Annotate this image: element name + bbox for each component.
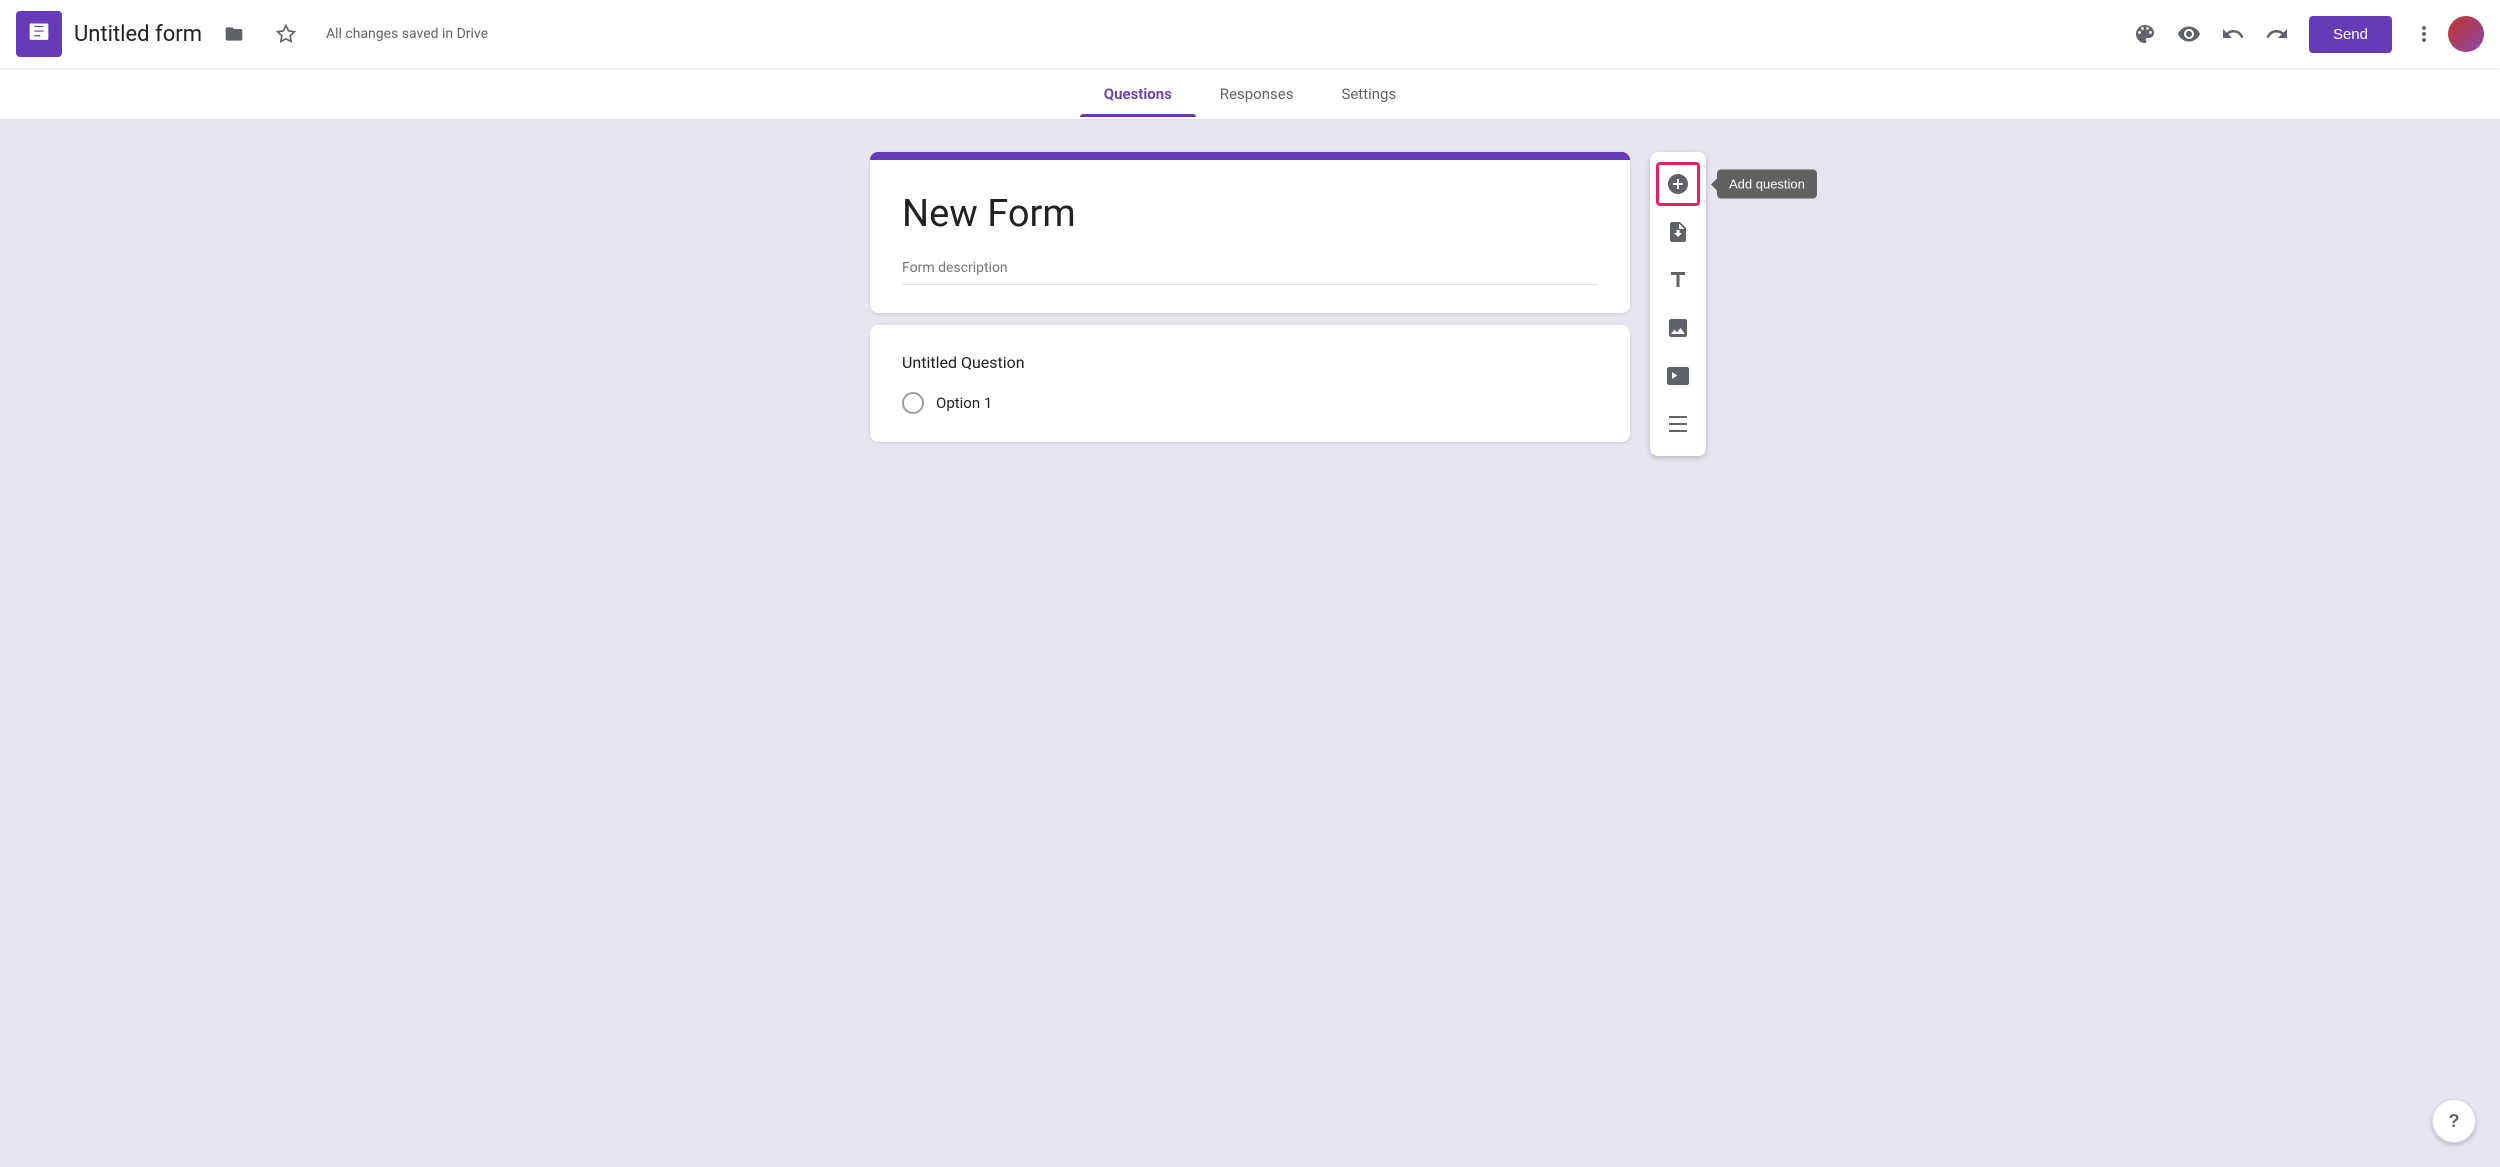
import-questions-button[interactable] [1656, 210, 1700, 254]
palette-icon [2133, 22, 2157, 46]
eye-icon [2177, 22, 2201, 46]
save-status: All changes saved in Drive [326, 26, 488, 42]
more-vert-icon [2412, 22, 2436, 46]
undo-button[interactable] [2213, 14, 2253, 54]
option-label: Option 1 [936, 394, 992, 412]
title-icon [1666, 268, 1690, 292]
form-container: New Form Untitled Question Option 1 [870, 152, 1630, 1135]
customize-theme-button[interactable] [2125, 14, 2165, 54]
star-button[interactable] [266, 14, 306, 54]
form-description-input[interactable] [902, 252, 1598, 285]
add-circle-icon [1666, 172, 1690, 196]
tab-questions[interactable]: Questions [1080, 71, 1196, 117]
tabs-bar: Questions Responses Settings [0, 68, 2500, 120]
avatar[interactable] [2448, 16, 2484, 52]
add-question-tooltip: Add question [1717, 170, 1817, 199]
image-icon [1666, 316, 1690, 340]
import-icon [1666, 220, 1690, 244]
add-section-button[interactable] [1656, 402, 1700, 446]
tab-settings[interactable]: Settings [1317, 71, 1420, 117]
redo-icon [2265, 22, 2289, 46]
more-options-button[interactable] [2404, 14, 2444, 54]
redo-button[interactable] [2257, 14, 2297, 54]
form-name-title: New Form [902, 192, 1598, 236]
video-icon [1666, 364, 1690, 388]
preview-button[interactable] [2169, 14, 2209, 54]
section-icon [1666, 412, 1690, 436]
add-image-button[interactable] [1656, 306, 1700, 350]
form-header-card: New Form [870, 152, 1630, 313]
star-icon [276, 24, 296, 44]
add-question-button[interactable]: Add question [1656, 162, 1700, 206]
sidebar-toolbar: Add question [1650, 152, 1706, 456]
app-header: Untitled form All changes saved in Drive [0, 0, 2500, 68]
forms-icon [25, 20, 53, 48]
add-title-button[interactable] [1656, 258, 1700, 302]
folder-icon [224, 24, 244, 44]
app-icon [16, 11, 62, 57]
question-title: Untitled Question [902, 353, 1598, 372]
header-left: Untitled form All changes saved in Drive [16, 11, 2125, 57]
add-video-button[interactable] [1656, 354, 1700, 398]
main-content: New Form Untitled Question Option 1 Add … [0, 120, 2500, 1167]
send-button[interactable]: Send [2309, 16, 2392, 53]
option-row: Option 1 [902, 392, 1598, 414]
form-title: Untitled form [74, 22, 202, 47]
help-button[interactable]: ? [2432, 1099, 2476, 1143]
tab-responses[interactable]: Responses [1196, 71, 1318, 117]
move-to-folder-button[interactable] [214, 14, 254, 54]
header-right: Send [2125, 14, 2484, 54]
undo-icon [2221, 22, 2245, 46]
radio-button[interactable] [902, 392, 924, 414]
question-card: Untitled Question Option 1 [870, 325, 1630, 442]
